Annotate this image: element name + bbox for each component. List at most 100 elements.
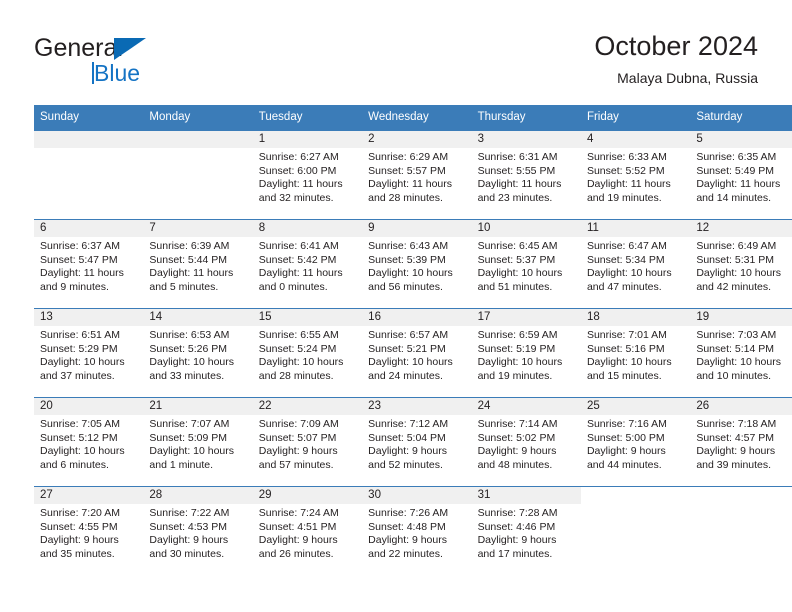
day-details: Sunrise: 6:57 AM Sunset: 5:21 PM Daylight:… — [362, 326, 471, 383]
calendar-body: 1 Sunrise: 6:27 AM Sunset: 6:00 PM Daylight… — [34, 130, 792, 575]
calendar-day-cell[interactable]: 13 Sunrise: 6:51 AM Sunset: 5:29 PM Dayligh… — [34, 308, 144, 398]
day-number: 28 — [143, 487, 253, 504]
calendar-day-cell[interactable]: 19 Sunrise: 7:03 AM Sunset: 5:14 PM Dayligh… — [690, 308, 792, 398]
day-number: 8 — [252, 220, 363, 237]
day-number: 13 — [34, 309, 144, 326]
calendar-day-cell[interactable]: 28 Sunrise: 7:22 AM Sunset: 4:53 PM Dayligh… — [143, 486, 253, 575]
calendar-day-cell[interactable]: 6 Sunrise: 6:37 AM Sunset: 5:47 PM Daylight… — [34, 219, 144, 309]
day-detail-line: Sunrise: 7:05 AM — [40, 418, 120, 430]
day-cell-inner: 19 Sunrise: 7:03 AM Sunset: 5:14 PM Dayligh… — [690, 309, 792, 397]
day-details: Sunrise: 7:26 AM Sunset: 4:48 PM Daylight:… — [362, 504, 471, 561]
page-title: October 2024 — [594, 31, 758, 61]
day-detail-line: and 22 minutes. — [368, 547, 443, 560]
calendar-table: Sunday Monday Tuesday Wednesday Thursday Frid… — [34, 105, 792, 575]
day-detail-line: Sunrise: 6:39 AM — [149, 240, 230, 252]
day-cell-inner: 7 Sunrise: 6:39 AM Sunset: 5:44 PM Daylight… — [143, 220, 253, 308]
day-cell-inner: 30 Sunrise: 7:26 AM Sunset: 4:48 PM Dayligh… — [362, 487, 472, 575]
calendar-day-cell[interactable]: 9 Sunrise: 6:43 AM Sunset: 5:39 PM Daylight… — [362, 219, 472, 309]
day-detail-line: Sunset: 4:51 PM — [258, 520, 337, 533]
calendar-day-cell[interactable]: 8 Sunrise: 6:41 AM Sunset: 5:42 PM Daylight… — [252, 219, 363, 309]
calendar-day-cell[interactable]: 4 Sunrise: 6:33 AM Sunset: 5:52 PM Daylight… — [580, 130, 691, 220]
day-detail-line: Daylight: 9 hours — [477, 534, 557, 547]
calendar-day-cell[interactable]: 29 Sunrise: 7:24 AM Sunset: 4:51 PM Dayligh… — [252, 486, 363, 575]
day-detail-line: Sunrise: 6:59 AM — [477, 329, 558, 341]
calendar-day-cell[interactable]: 17 Sunrise: 6:59 AM Sunset: 5:19 PM Dayligh… — [471, 308, 581, 398]
calendar-day-cell[interactable]: 21 Sunrise: 7:07 AM Sunset: 5:09 PM Dayligh… — [143, 397, 253, 487]
day-cell-inner — [581, 487, 690, 575]
calendar-day-cell[interactable]: 27 Sunrise: 7:20 AM Sunset: 4:55 PM Dayligh… — [34, 486, 144, 575]
day-details: Sunrise: 6:51 AM Sunset: 5:29 PM Daylight:… — [34, 326, 143, 383]
calendar-day-cell[interactable]: 16 Sunrise: 6:57 AM Sunset: 5:21 PM Dayligh… — [362, 308, 472, 398]
calendar-day-cell[interactable]: 3 Sunrise: 6:31 AM Sunset: 5:55 PM Daylight… — [471, 130, 581, 220]
calendar-day-cell[interactable]: 25 Sunrise: 7:16 AM Sunset: 5:00 PM Dayligh… — [580, 397, 691, 487]
day-number: 22 — [252, 398, 363, 415]
day-detail-line: Daylight: 9 hours — [258, 534, 338, 547]
day-detail-line: and 32 minutes. — [258, 191, 334, 204]
day-cell-inner: 10 Sunrise: 6:45 AM Sunset: 5:37 PM Dayligh… — [471, 220, 581, 308]
day-number: 7 — [143, 220, 253, 237]
day-detail-line: and 48 minutes. — [477, 458, 553, 471]
day-detail-line: and 10 minutes. — [696, 369, 772, 382]
calendar-day-cell[interactable]: 10 Sunrise: 6:45 AM Sunset: 5:37 PM Dayligh… — [471, 219, 581, 309]
brand-logo[interactable]: General Blue — [34, 34, 254, 90]
day-detail-line: Daylight: 9 hours — [368, 534, 447, 547]
calendar-day-cell[interactable]: 30 Sunrise: 7:26 AM Sunset: 4:48 PM Dayligh… — [362, 486, 472, 575]
day-detail-line: Sunset: 4:48 PM — [368, 520, 446, 533]
day-cell-inner — [34, 131, 144, 219]
calendar-week-row: 13 Sunrise: 6:51 AM Sunset: 5:29 PM Dayligh… — [34, 308, 792, 398]
day-detail-line: Daylight: 10 hours — [258, 356, 344, 369]
day-cell-inner: 15 Sunrise: 6:55 AM Sunset: 5:24 PM Dayligh… — [252, 309, 363, 397]
day-detail-line: Sunrise: 6:35 AM — [696, 151, 777, 163]
calendar-empty-cell — [580, 486, 691, 575]
weekday-header-cell: Wednesday — [362, 105, 472, 131]
day-details: Sunrise: 7:03 AM Sunset: 5:14 PM Daylight:… — [690, 326, 792, 383]
day-details — [581, 504, 690, 507]
day-detail-line: and 28 minutes. — [368, 191, 443, 204]
day-details: Sunrise: 7:07 AM Sunset: 5:09 PM Daylight:… — [143, 415, 252, 472]
day-cell-inner: 2 Sunrise: 6:29 AM Sunset: 5:57 PM Daylight… — [362, 131, 472, 219]
calendar-day-cell[interactable]: 18 Sunrise: 7:01 AM Sunset: 5:16 PM Dayligh… — [580, 308, 691, 398]
day-detail-line: Sunset: 5:04 PM — [368, 431, 446, 444]
day-cell-inner: 26 Sunrise: 7:18 AM Sunset: 4:57 PM Dayligh… — [690, 398, 792, 486]
day-detail-line: Sunset: 5:31 PM — [696, 253, 774, 266]
brand-name-general: General — [34, 34, 123, 62]
day-detail-line: Sunset: 5:14 PM — [696, 342, 774, 355]
calendar-day-cell[interactable]: 7 Sunrise: 6:39 AM Sunset: 5:44 PM Daylight… — [143, 219, 253, 309]
day-detail-line: and 39 minutes. — [696, 458, 772, 471]
weekday-header-cell: Saturday — [690, 105, 792, 131]
day-detail-line: Daylight: 10 hours — [149, 356, 235, 369]
calendar-day-cell[interactable]: 2 Sunrise: 6:29 AM Sunset: 5:57 PM Daylight… — [362, 130, 472, 220]
day-number: 25 — [580, 398, 691, 415]
day-number: 15 — [252, 309, 363, 326]
calendar-day-cell[interactable]: 15 Sunrise: 6:55 AM Sunset: 5:24 PM Dayligh… — [252, 308, 363, 398]
day-number: 30 — [362, 487, 472, 504]
day-detail-line: Sunrise: 6:43 AM — [368, 240, 449, 252]
calendar-day-cell[interactable]: 1 Sunrise: 6:27 AM Sunset: 6:00 PM Daylight… — [252, 130, 363, 220]
calendar-day-cell[interactable]: 11 Sunrise: 6:47 AM Sunset: 5:34 PM Dayligh… — [580, 219, 691, 309]
day-detail-line: Sunset: 5:29 PM — [40, 342, 118, 355]
day-details — [34, 148, 143, 151]
day-detail-line: Sunrise: 6:29 AM — [368, 151, 449, 163]
day-detail-line: and 14 minutes. — [696, 191, 772, 204]
calendar-empty-cell — [143, 130, 253, 220]
day-detail-line: Daylight: 10 hours — [696, 267, 781, 280]
day-detail-line: and 19 minutes. — [586, 191, 662, 204]
calendar-day-cell[interactable]: 23 Sunrise: 7:12 AM Sunset: 5:04 PM Dayligh… — [362, 397, 472, 487]
day-cell-inner: 12 Sunrise: 6:49 AM Sunset: 5:31 PM Dayligh… — [690, 220, 792, 308]
day-cell-inner: 9 Sunrise: 6:43 AM Sunset: 5:39 PM Daylight… — [362, 220, 472, 308]
calendar-day-cell[interactable]: 31 Sunrise: 7:28 AM Sunset: 4:46 PM Dayligh… — [471, 486, 581, 575]
day-details: Sunrise: 6:33 AM Sunset: 5:52 PM Daylight:… — [581, 148, 690, 205]
day-detail-line: Sunrise: 7:07 AM — [149, 418, 230, 430]
day-details: Sunrise: 6:43 AM Sunset: 5:39 PM Daylight:… — [362, 237, 471, 294]
calendar-day-cell[interactable]: 14 Sunrise: 6:53 AM Sunset: 5:26 PM Dayligh… — [143, 308, 253, 398]
day-details: Sunrise: 7:01 AM Sunset: 5:16 PM Daylight:… — [581, 326, 690, 383]
day-number — [581, 487, 690, 504]
calendar-day-cell[interactable]: 22 Sunrise: 7:09 AM Sunset: 5:07 PM Dayligh… — [252, 397, 363, 487]
day-detail-line: Sunset: 5:42 PM — [258, 253, 337, 266]
calendar-day-cell[interactable]: 26 Sunrise: 7:18 AM Sunset: 4:57 PM Dayligh… — [690, 397, 792, 487]
calendar-day-cell[interactable]: 24 Sunrise: 7:14 AM Sunset: 5:02 PM Dayligh… — [471, 397, 581, 487]
calendar-day-cell[interactable]: 12 Sunrise: 6:49 AM Sunset: 5:31 PM Dayligh… — [690, 219, 792, 309]
calendar-day-cell[interactable]: 5 Sunrise: 6:35 AM Sunset: 5:49 PM Daylight… — [690, 130, 792, 220]
day-number: 18 — [580, 309, 691, 326]
calendar-day-cell[interactable]: 20 Sunrise: 7:05 AM Sunset: 5:12 PM Dayligh… — [34, 397, 144, 487]
